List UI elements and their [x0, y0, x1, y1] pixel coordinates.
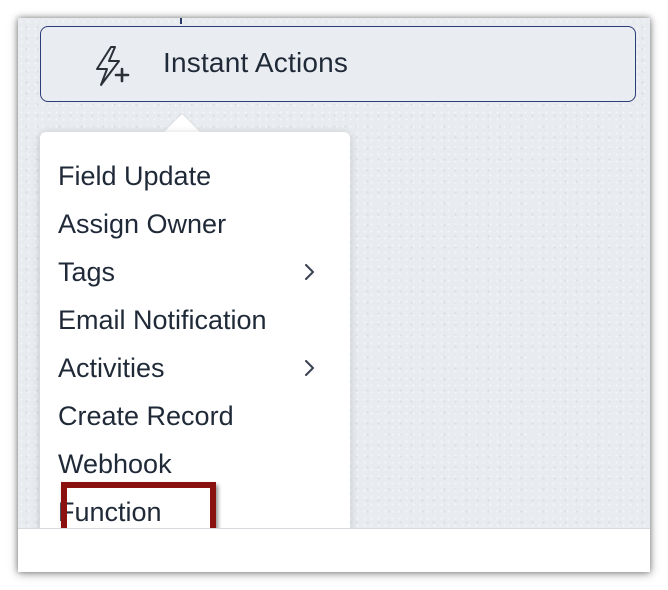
- connector-line: [180, 18, 182, 24]
- instant-actions-button[interactable]: Instant Actions: [40, 26, 636, 102]
- menu-item-label: Assign Owner: [58, 209, 227, 239]
- menu-item-create-record[interactable]: Create Record: [58, 394, 320, 438]
- screenshot-frame: Instant Actions Field Update Assign Owne…: [18, 18, 650, 572]
- menu-item-label: Tags: [58, 257, 116, 287]
- menu-item-email-notification[interactable]: Email Notification: [58, 298, 320, 342]
- menu-item-label: Email Notification: [58, 305, 267, 335]
- chevron-right-icon: [305, 264, 314, 280]
- menu-item-label: Field Update: [58, 161, 212, 191]
- menu-item-activities[interactable]: Activities: [58, 346, 320, 390]
- menu-item-label: Activities: [58, 353, 165, 383]
- canvas-footer: [18, 528, 650, 572]
- menu-item-label: Webhook: [58, 449, 172, 479]
- chevron-right-icon: [305, 360, 314, 376]
- function-highlight-box: [61, 482, 216, 534]
- menu-item-field-update[interactable]: Field Update: [58, 154, 320, 198]
- workflow-canvas: Instant Actions Field Update Assign Owne…: [18, 18, 650, 556]
- instant-actions-label: Instant Actions: [163, 47, 349, 78]
- menu-item-webhook[interactable]: Webhook: [58, 442, 320, 486]
- lightning-plus-icon: [96, 46, 130, 86]
- menu-item-assign-owner[interactable]: Assign Owner: [58, 202, 320, 246]
- menu-pointer: [164, 114, 200, 132]
- menu-item-label: Create Record: [58, 401, 234, 431]
- menu-item-tags[interactable]: Tags: [58, 250, 320, 294]
